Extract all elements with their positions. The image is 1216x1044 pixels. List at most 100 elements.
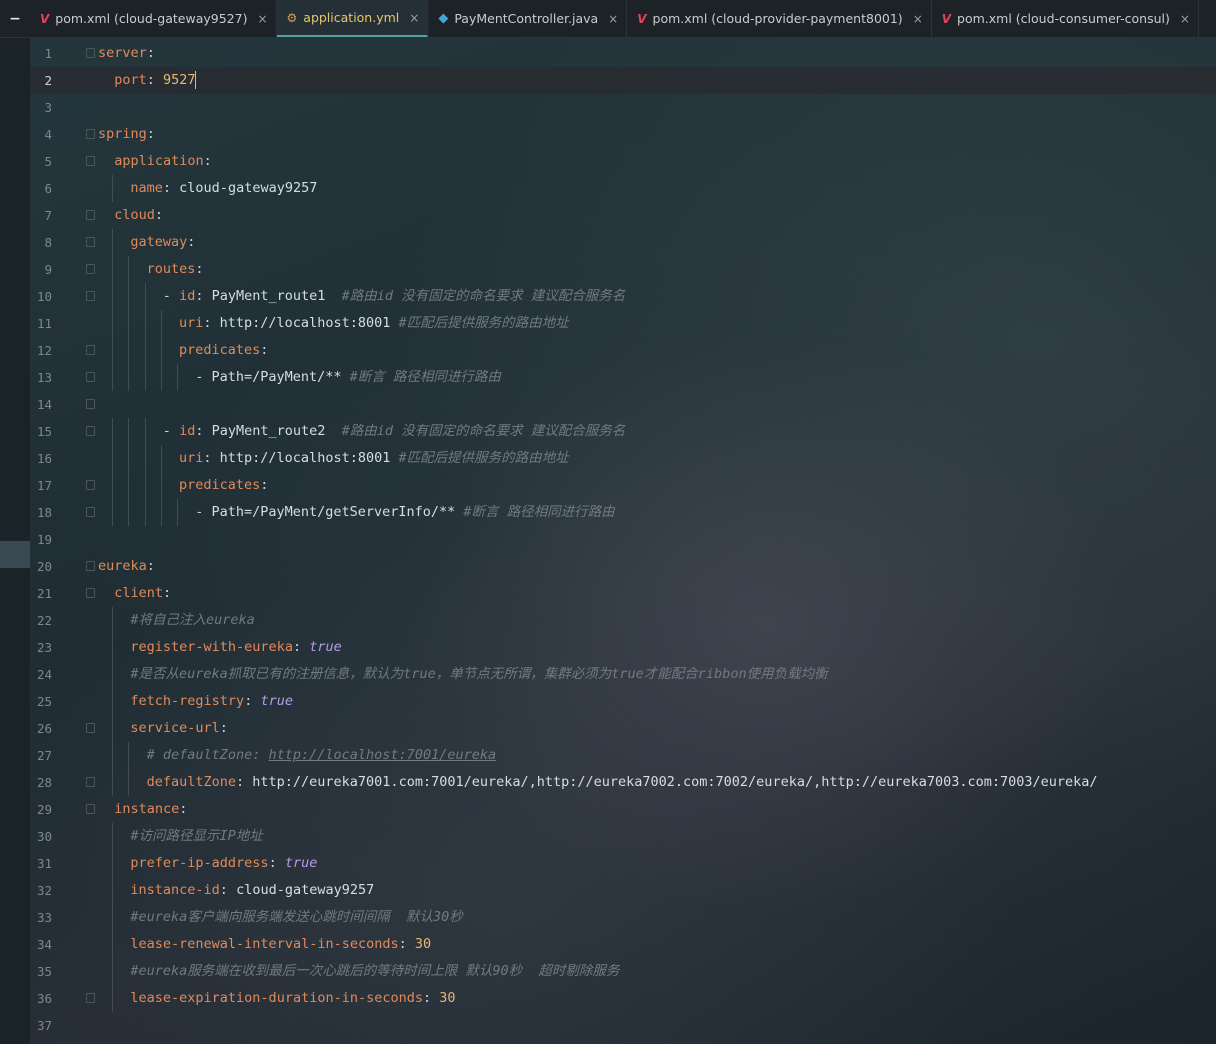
fold-marker-icon[interactable]: [86, 588, 95, 598]
indent-guide: [160, 472, 162, 499]
close-icon[interactable]: ×: [913, 12, 923, 26]
code-line[interactable]: 22 #将自己注入eureka: [30, 607, 1216, 634]
yaml-value: PayMent_route2: [211, 423, 326, 439]
fold-marker-icon[interactable]: [86, 345, 95, 355]
code-line[interactable]: 34 lease-renewal-interval-in-seconds: 30: [30, 931, 1216, 958]
tab-paymentcontroller-java[interactable]: ◆ PayMentController.java ×: [428, 0, 628, 37]
close-icon[interactable]: ×: [409, 11, 419, 25]
fold-marker-icon[interactable]: [86, 156, 95, 166]
indent-guide: [112, 175, 114, 202]
code-line[interactable]: 36 lease-expiration-duration-in-seconds: …: [30, 985, 1216, 1012]
yaml-value: cloud-gateway9257: [179, 180, 318, 196]
code-line[interactable]: 12 predicates:: [30, 337, 1216, 364]
fold-marker-icon[interactable]: [86, 237, 95, 247]
code-editor[interactable]: 1 server: 2 port: 9527 3 4 spring: 5 application…: [30, 40, 1216, 1044]
indent-guide: [177, 364, 178, 391]
java-class-icon: ◆: [438, 11, 449, 26]
code-text: instance-id: cloud-gateway9257: [130, 877, 374, 904]
collapse-icon[interactable]: −: [0, 0, 30, 37]
code-line[interactable]: 17 predicates:: [30, 472, 1216, 499]
code-line[interactable]: 23 register-with-eureka: true: [30, 634, 1216, 661]
code-line[interactable]: 30 #访问路径显示IP地址: [30, 823, 1216, 850]
code-line[interactable]: 18 - Path=/PayMent/getServerInfo/** #断言 路…: [30, 499, 1216, 526]
code-line[interactable]: 11 uri: http://localhost:8001 #匹配后提供服务的路由…: [30, 310, 1216, 337]
code-line[interactable]: 31 prefer-ip-address: true: [30, 850, 1216, 877]
indent-guide: [160, 337, 162, 364]
tab-pom-xml-cloud-consumer-consul[interactable]: Vpom.xml (cloud-consumer-consul) ×: [932, 0, 1199, 37]
code-line[interactable]: 37: [30, 1012, 1216, 1039]
close-icon[interactable]: ×: [1180, 12, 1190, 26]
code-line[interactable]: 1 server:: [30, 40, 1216, 67]
fold-marker-icon[interactable]: [86, 507, 95, 517]
tab-application-yml[interactable]: ⚙ application.yml ×: [276, 0, 429, 37]
code-line[interactable]: 16 uri: http://localhost:8001 #匹配后提供服务的路由…: [30, 445, 1216, 472]
fold-marker-icon[interactable]: [86, 561, 95, 571]
line-number: 20: [36, 559, 52, 574]
fold-marker-icon[interactable]: [86, 291, 95, 301]
fold-marker-icon[interactable]: [86, 723, 95, 733]
fold-marker-icon[interactable]: [86, 426, 95, 436]
code-line[interactable]: 10 - id: PayMent_route1 #路由id 没有固定的命名要求 建…: [30, 283, 1216, 310]
indent-guide: [112, 715, 114, 742]
code-line[interactable]: 5 application:: [30, 148, 1216, 175]
yaml-comment: #eureka服务端在收到最后一次心跳后的等待时间上限 默认90秒 超时剔除服务: [130, 963, 620, 979]
code-line[interactable]: 15 - id: PayMent_route2 #路由id 没有固定的命名要求 建…: [30, 418, 1216, 445]
code-text: predicates:: [179, 472, 268, 499]
code-line[interactable]: 21 client:: [30, 580, 1216, 607]
yaml-key: gateway: [130, 234, 188, 250]
yaml-key: spring: [98, 126, 147, 142]
indent-guide: [128, 256, 130, 283]
line-number: 6: [44, 181, 52, 196]
indent-guide: [144, 499, 146, 526]
fold-marker-icon[interactable]: [86, 777, 95, 787]
code-line[interactable]: 26 service-url:: [30, 715, 1216, 742]
indent-guide: [112, 931, 114, 958]
code-line[interactable]: 33 #eureka客户端向服务端发送心跳时间间隔 默认30秒: [30, 904, 1216, 931]
code-line[interactable]: 27 # defaultZone: http://localhost:7001/e…: [30, 742, 1216, 769]
close-icon[interactable]: ×: [608, 12, 618, 26]
fold-marker-icon[interactable]: [86, 210, 95, 220]
code-line[interactable]: 3: [30, 94, 1216, 121]
yaml-key: predicates: [179, 342, 261, 358]
fold-marker-icon[interactable]: [86, 264, 95, 274]
indent-guide: [112, 688, 114, 715]
tab-pom-xml-cloud-provider-payment8001[interactable]: Vpom.xml (cloud-provider-payment8001) ×: [627, 0, 932, 37]
fold-marker-icon[interactable]: [86, 480, 95, 490]
tab-pom-xml-cloud-gateway9527[interactable]: Vpom.xml (cloud-gateway9527) ×: [30, 0, 277, 37]
code-line[interactable]: 2 port: 9527: [30, 67, 1216, 94]
code-line[interactable]: 24 #是否从eureka抓取已有的注册信息，默认为true，单节点无所谓，集群必…: [30, 661, 1216, 688]
indent-guide: [112, 661, 114, 688]
yaml-value: 9527: [162, 72, 196, 88]
yaml-comment: #路由id 没有固定的命名要求 建议配合服务名: [325, 423, 626, 439]
fold-marker-icon[interactable]: [86, 804, 95, 814]
fold-marker-icon[interactable]: [86, 372, 95, 382]
code-line[interactable]: 6 name: cloud-gateway9257: [30, 175, 1216, 202]
line-number: 22: [36, 613, 52, 628]
close-icon[interactable]: ×: [257, 12, 267, 26]
code-line[interactable]: 4 spring:: [30, 121, 1216, 148]
code-line[interactable]: 7 cloud:: [30, 202, 1216, 229]
code-line[interactable]: 14: [30, 391, 1216, 418]
yaml-comment: #eureka客户端向服务端发送心跳时间间隔 默认30秒: [130, 909, 463, 925]
yaml-key: uri: [179, 450, 204, 466]
code-line[interactable]: 29 instance:: [30, 796, 1216, 823]
code-line[interactable]: 20 eureka:: [30, 553, 1216, 580]
code-line[interactable]: 8 gateway:: [30, 229, 1216, 256]
yaml-comment: #匹配后提供服务的路由地址: [390, 315, 569, 331]
yaml-separator: :: [236, 774, 253, 790]
code-line[interactable]: 32 instance-id: cloud-gateway9257: [30, 877, 1216, 904]
fold-marker-icon[interactable]: [86, 48, 95, 58]
fold-marker-icon[interactable]: [86, 993, 95, 1003]
yaml-separator: :: [219, 882, 237, 898]
code-line[interactable]: 13 - Path=/PayMent/** #断言 路径相同进行路由: [30, 364, 1216, 391]
fold-marker-icon[interactable]: [86, 399, 95, 409]
code-line[interactable]: 28 defaultZone: http://eureka7001.com:700…: [30, 769, 1216, 796]
fold-marker-icon[interactable]: [86, 129, 95, 139]
code-line[interactable]: 9 routes:: [30, 256, 1216, 283]
code-line[interactable]: 25 fetch-registry: true: [30, 688, 1216, 715]
line-number: 32: [36, 883, 52, 898]
yaml-separator: :: [195, 423, 212, 439]
code-line[interactable]: 35 #eureka服务端在收到最后一次心跳后的等待时间上限 默认90秒 超时剔除…: [30, 958, 1216, 985]
code-line[interactable]: 19: [30, 526, 1216, 553]
yaml-separator: :: [260, 342, 269, 358]
